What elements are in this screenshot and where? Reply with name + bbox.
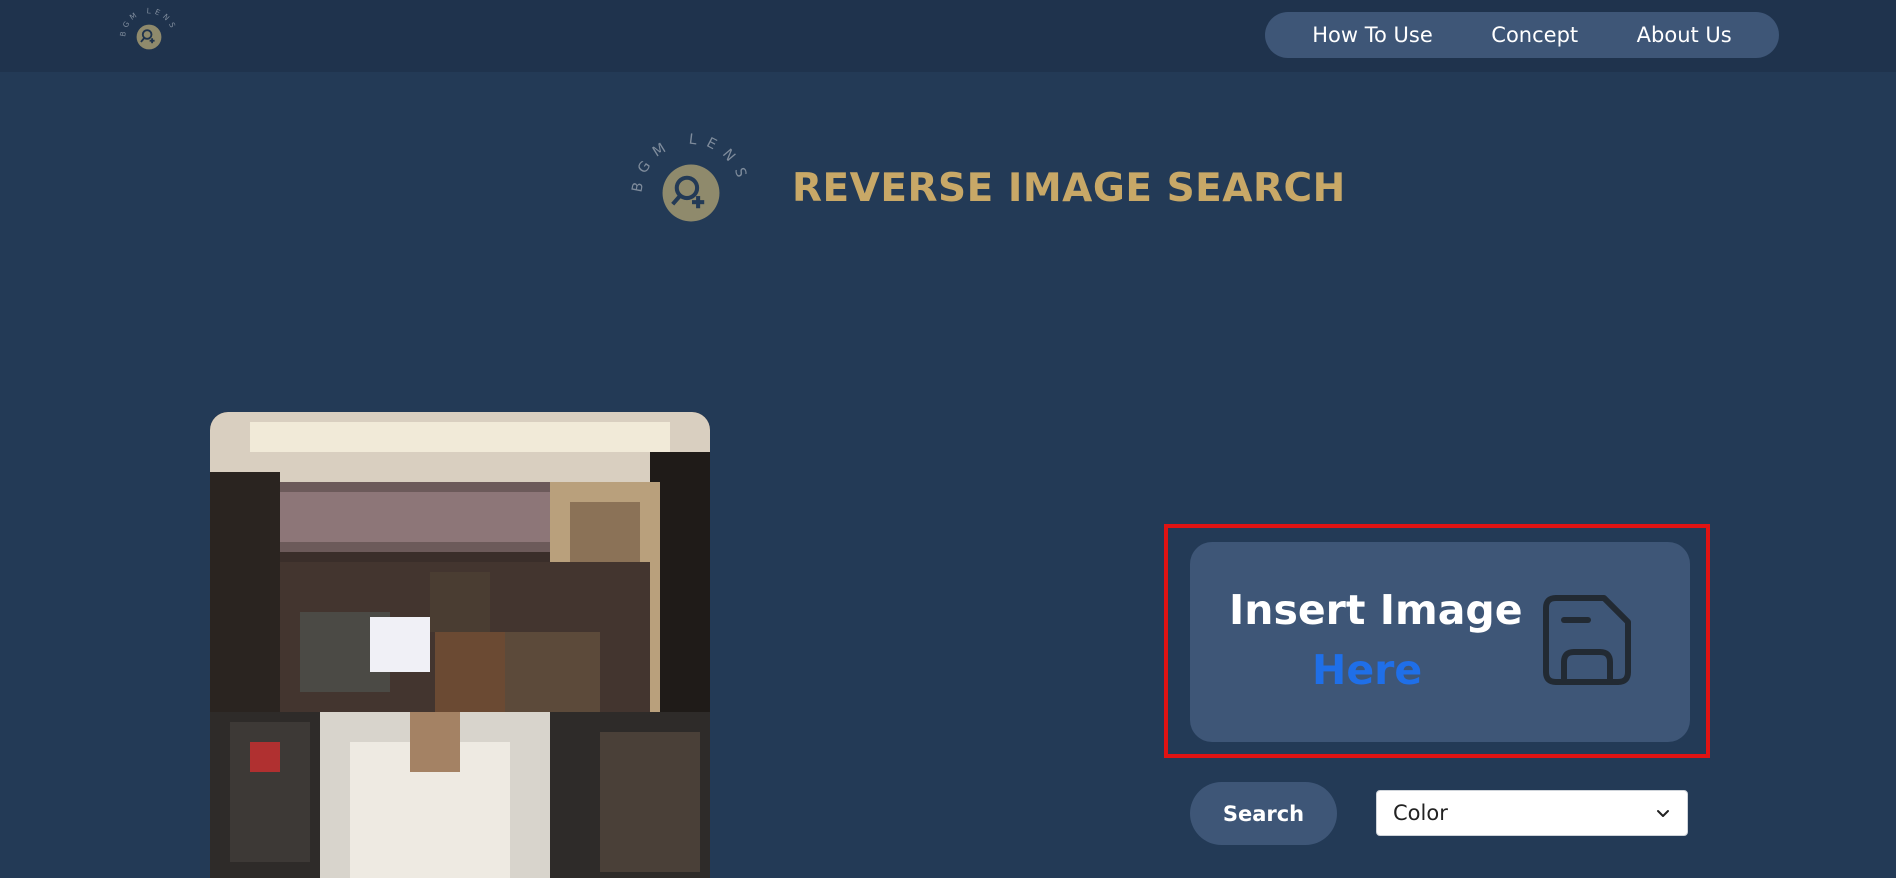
upload-title: Insert Image [1229,586,1523,634]
nav-about-us[interactable]: About Us [1637,23,1732,47]
search-mode-select[interactable]: Color [1376,790,1688,836]
save-icon [1536,590,1636,690]
select-value: Color [1393,801,1448,825]
main-nav: How To Use Concept About Us [1265,12,1779,58]
brand-logo-large: BGM LENS [630,132,752,254]
upload-subtitle: Here [1312,646,1423,694]
nav-how-to-use[interactable]: How To Use [1312,23,1433,47]
chevron-down-icon [1657,810,1669,817]
nav-concept[interactable]: Concept [1491,23,1578,47]
image-upload-dropzone[interactable]: Insert Image Here [1190,542,1690,742]
uploaded-image-preview [210,412,710,878]
page-title: REVERSE IMAGE SEARCH [792,166,1346,211]
top-bar: BGM LENS How To Use Concept About Us [0,0,1896,72]
search-button[interactable]: Search [1190,782,1337,845]
brand-logo-small[interactable]: BGM LENS [118,6,180,68]
